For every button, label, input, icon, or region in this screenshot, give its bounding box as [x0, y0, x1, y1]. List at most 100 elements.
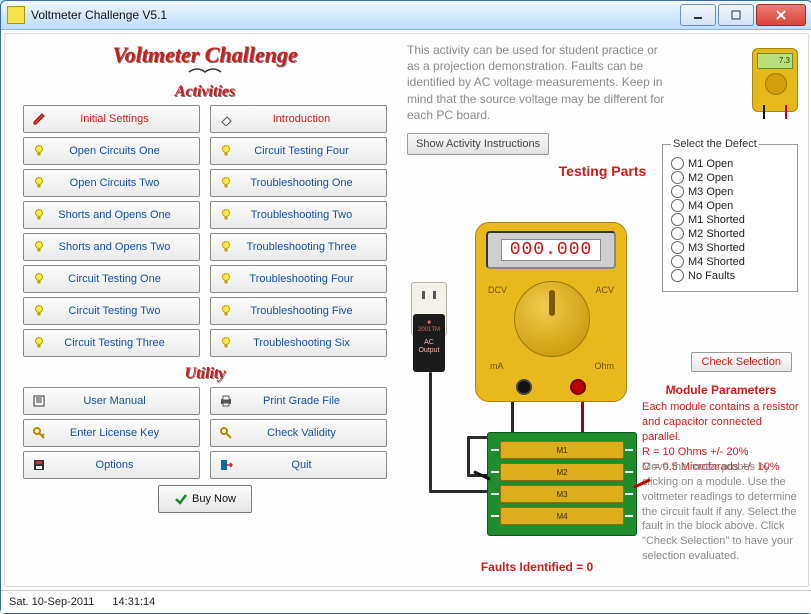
close-button[interactable] — [756, 4, 806, 26]
defect-option-label: M2 Open — [688, 172, 733, 184]
activity-troubleshooting-five-label: Troubleshooting Five — [241, 305, 386, 317]
window-title: Voltmeter Challenge V5.1 — [31, 8, 678, 22]
activity-troubleshooting-six-label: Troubleshooting Six — [241, 337, 386, 349]
bulb-icon — [30, 238, 48, 256]
activity-introduction-label: Introduction — [241, 113, 386, 125]
key-icon — [30, 424, 48, 442]
meter-reading: 000.000 — [501, 239, 602, 261]
bulb-icon — [30, 206, 48, 224]
activity-troubleshooting-two[interactable]: Troubleshooting Two — [210, 201, 387, 229]
activity-circuit-testing-four[interactable]: Circuit Testing Four — [210, 137, 387, 165]
module-m2[interactable]: M2 — [500, 463, 624, 481]
activity-open-circuits-one[interactable]: Open Circuits One — [23, 137, 200, 165]
faults-identified: Faults Identified = 0 — [437, 560, 637, 574]
printer-icon — [217, 392, 235, 410]
title-bar: Voltmeter Challenge V5.1 — [1, 1, 811, 30]
defect-option-m1-open[interactable]: M1 Open — [671, 157, 789, 170]
utility-options[interactable]: Options — [23, 451, 200, 479]
activity-troubleshooting-six[interactable]: Troubleshooting Six — [210, 329, 387, 357]
jack-black[interactable] — [516, 379, 532, 395]
app-heading: Voltmeter Challenge — [15, 42, 395, 68]
label-dcv: DCV — [488, 285, 507, 295]
activity-troubleshooting-five[interactable]: Troubleshooting Five — [210, 297, 387, 325]
meter-knob[interactable] — [514, 281, 590, 357]
bulb-icon — [30, 174, 48, 192]
activity-troubleshooting-four-label: Troubleshooting Four — [241, 273, 386, 285]
bulb-icon — [217, 206, 235, 224]
buy-now-button[interactable]: Buy Now — [158, 485, 252, 513]
utility-heading: Utility — [15, 365, 395, 383]
bulb-icon — [217, 142, 235, 160]
activity-troubleshooting-one[interactable]: Troubleshooting One — [210, 169, 387, 197]
jack-red[interactable] — [570, 379, 586, 395]
activity-troubleshooting-two-label: Troubleshooting Two — [241, 209, 386, 221]
bulb-icon — [30, 142, 48, 160]
bulb-icon — [217, 302, 235, 320]
defect-option-m3-open[interactable]: M3 Open — [671, 185, 789, 198]
adapter-brand: ■ 2001TM — [416, 320, 442, 333]
utility-enter-license-key[interactable]: Enter License Key — [23, 419, 200, 447]
check-selection-button[interactable]: Check Selection — [691, 352, 793, 372]
minimize-button[interactable] — [680, 4, 716, 26]
defect-option-m4-open[interactable]: M4 Open — [671, 199, 789, 212]
activity-initial-settings-label: Initial Settings — [54, 113, 199, 125]
activities-heading: Activities — [15, 83, 395, 101]
label-acv: ACV — [595, 285, 614, 295]
defect-option-m2-shorted[interactable]: M2 Shorted — [671, 227, 789, 240]
bulb-icon — [217, 174, 235, 192]
activity-open-circuits-two[interactable]: Open Circuits Two — [23, 169, 200, 197]
radio-icon — [671, 255, 684, 268]
label-ohm: Ohm — [594, 361, 614, 371]
status-date: Sat. 10-Sep-2011 — [9, 596, 94, 608]
activity-shorts-and-opens-one[interactable]: Shorts and Opens One — [23, 201, 200, 229]
utility-quit[interactable]: Quit — [210, 451, 387, 479]
ac-adapter[interactable]: ■ 2001TM AC Output — [413, 314, 445, 372]
defect-option-m4-shorted[interactable]: M4 Shorted — [671, 255, 789, 268]
utility-check-validity-label: Check Validity — [241, 427, 386, 439]
module-m4[interactable]: M4 — [500, 507, 624, 525]
defect-option-no-faults[interactable]: No Faults — [671, 269, 789, 282]
activity-introduction[interactable]: Introduction — [210, 105, 387, 133]
buy-now-label: Buy Now — [192, 493, 236, 505]
activity-circuit-testing-four-label: Circuit Testing Four — [241, 145, 386, 157]
mini-meter-reading: 7.3 — [757, 53, 793, 69]
apparatus-diagram: ■ 2001TM AC Output 000.000 D — [411, 222, 671, 552]
voltmeter[interactable]: 000.000 DCV ACV mA Ohm — [475, 222, 627, 402]
radio-icon — [671, 199, 684, 212]
radio-icon — [671, 185, 684, 198]
utility-user-manual-label: User Manual — [54, 395, 199, 407]
activity-troubleshooting-four[interactable]: Troubleshooting Four — [210, 265, 387, 293]
mini-meter-icon: 7.3 — [752, 48, 800, 118]
utility-grid: User Manual Enter License Key Options Prin… — [15, 387, 395, 479]
activity-troubleshooting-three[interactable]: Troubleshooting Three — [210, 233, 387, 261]
maximize-button[interactable] — [718, 4, 754, 26]
module-m3[interactable]: M3 — [500, 485, 624, 503]
utility-user-manual[interactable]: User Manual — [23, 387, 200, 415]
check-icon — [174, 492, 188, 506]
utility-enter-license-key-label: Enter License Key — [54, 427, 199, 439]
defect-option-label: M3 Shorted — [688, 242, 745, 254]
activity-open-circuits-one-label: Open Circuits One — [54, 145, 199, 157]
activity-circuit-testing-three-label: Circuit Testing Three — [54, 337, 199, 349]
activity-circuit-testing-three[interactable]: Circuit Testing Three — [23, 329, 200, 357]
defect-option-label: M4 Open — [688, 200, 733, 212]
defect-option-m3-shorted[interactable]: M3 Shorted — [671, 241, 789, 254]
bulb-icon — [30, 270, 48, 288]
defect-option-m1-shorted[interactable]: M1 Shorted — [671, 213, 789, 226]
radio-icon — [671, 241, 684, 254]
activity-circuit-testing-two[interactable]: Circuit Testing Two — [23, 297, 200, 325]
show-instructions-button[interactable]: Show Activity Instructions — [407, 133, 549, 155]
utility-print-grade-file[interactable]: Print Grade File — [210, 387, 387, 415]
intro-text: This activity can be used for student pr… — [407, 42, 667, 123]
utility-check-validity[interactable]: Check Validity — [210, 419, 387, 447]
eraser-icon — [217, 110, 235, 128]
bulb-icon — [217, 270, 235, 288]
module-m1[interactable]: M1 — [500, 441, 624, 459]
activities-grid: Initial Settings Open Circuits One Open Ci… — [15, 105, 395, 357]
activity-initial-settings[interactable]: Initial Settings — [23, 105, 200, 133]
circuit-board[interactable]: M1 M2 M3 M4 — [487, 432, 637, 536]
defect-option-m2-open[interactable]: M2 Open — [671, 171, 789, 184]
app-icon — [7, 6, 25, 24]
activity-circuit-testing-one[interactable]: Circuit Testing One — [23, 265, 200, 293]
activity-shorts-and-opens-two[interactable]: Shorts and Opens Two — [23, 233, 200, 261]
